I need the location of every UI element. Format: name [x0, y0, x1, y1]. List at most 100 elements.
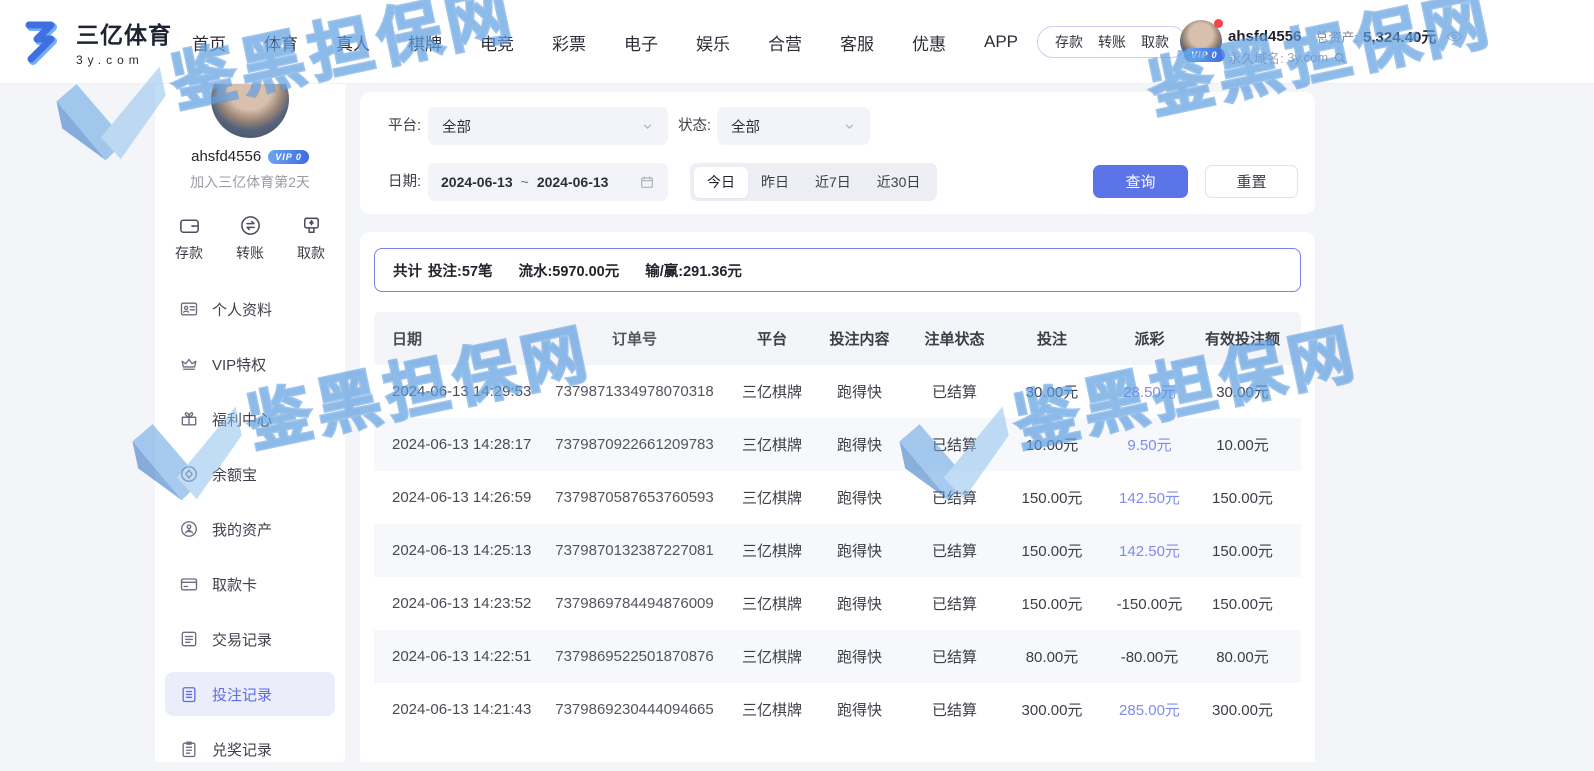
wallet-action[interactable]: 转账 [1098, 32, 1126, 52]
quick-action-label: 存款 [175, 243, 203, 263]
logo-domain: 3y.com [76, 53, 172, 67]
column-header: 注单状态 [902, 328, 1007, 349]
sidebar: ahsfd4556 VIP 0 加入三亿体育第2天 存款 转账 取款 个人资料 VIP… [155, 84, 345, 762]
table-header: 日期订单号平台投注内容注单状态投注派彩有效投注额 [374, 312, 1301, 365]
nav-item[interactable]: 娱乐 [696, 30, 730, 55]
nav-item[interactable]: 体育 [264, 30, 298, 55]
status-label: 状态: [678, 107, 711, 145]
cell-payout: 9.50元 [1097, 434, 1202, 455]
username: ahsfd4556 [191, 148, 261, 165]
cell-bet: 300.00元 [1007, 699, 1097, 720]
cell-payout: 142.50元 [1097, 487, 1202, 508]
nav-item[interactable]: 棋牌 [408, 30, 442, 55]
date-to: 2024-06-13 [537, 174, 609, 190]
sidebar-item-label: 投注记录 [212, 684, 272, 705]
column-header: 投注 [1007, 328, 1097, 349]
cell-content: 跑得快 [817, 699, 902, 720]
search-icon[interactable] [1333, 51, 1347, 65]
sidebar-item-label: 兑奖记录 [212, 739, 272, 760]
cell-valid: 150.00元 [1202, 540, 1283, 561]
sidebar-item-label: VIP特权 [212, 354, 266, 375]
platform-select[interactable]: 全部 [428, 107, 668, 145]
sidebar-item[interactable]: 兑奖记录 [165, 727, 335, 771]
cell-date: 2024-06-13 14:26:59 [392, 489, 542, 506]
nav-item[interactable]: 真人 [336, 30, 370, 55]
site-logo[interactable]: 三亿体育 3y.com [18, 16, 172, 67]
chevron-down-icon [843, 120, 856, 133]
quick-action[interactable]: 存款 [175, 214, 203, 263]
table-row[interactable]: 2024-06-13 14:23:52 7379869784494876009 … [374, 577, 1301, 630]
username[interactable]: ahsfd4556 [1228, 28, 1301, 45]
nav-item[interactable]: 彩票 [552, 30, 586, 55]
domain-value: 3y.com [1287, 50, 1328, 65]
table-row[interactable]: 2024-06-13 14:28:17 7379870922661209783 … [374, 418, 1301, 471]
cell-valid: 300.00元 [1202, 699, 1283, 720]
quick-action-label: 转账 [236, 243, 264, 263]
quick-action-label: 取款 [297, 243, 325, 263]
sidebar-item-label: 取款卡 [212, 574, 257, 595]
quick-action[interactable]: 取款 [297, 214, 325, 263]
search-button[interactable]: 查询 [1093, 165, 1188, 198]
transfer-icon [239, 214, 262, 237]
nav-item[interactable]: 电竞 [480, 30, 514, 55]
assets-icon [179, 519, 199, 539]
table-row[interactable]: 2024-06-13 14:21:43 7379869230444094665 … [374, 683, 1301, 736]
date-range-picker[interactable]: 2024-06-13 ~ 2024-06-13 [428, 163, 668, 201]
status-select[interactable]: 全部 [717, 107, 870, 145]
sidebar-item[interactable]: 投注记录 [165, 672, 335, 716]
nav-item[interactable]: 电子 [624, 30, 658, 55]
nav-item[interactable]: 客服 [840, 30, 874, 55]
sidebar-item[interactable]: 余额宝 [165, 452, 335, 496]
range-button[interactable]: 昨日 [748, 167, 802, 198]
sidebar-item[interactable]: VIP特权 [165, 342, 335, 386]
sidebar-item[interactable]: 交易记录 [165, 617, 335, 661]
range-button[interactable]: 近7日 [802, 167, 864, 198]
join-days-text: 加入三亿体育第2天 [155, 172, 345, 192]
vip-badge: VIP 0 [268, 150, 309, 164]
wallet-action[interactable]: 存款 [1055, 32, 1083, 52]
cell-bet: 150.00元 [1007, 540, 1097, 561]
cell-content: 跑得快 [817, 487, 902, 508]
sidebar-item-label: 个人资料 [212, 299, 272, 320]
domain-label: 永久域名: [1228, 48, 1284, 67]
cell-bet: 150.00元 [1007, 487, 1097, 508]
nav-item[interactable]: 合营 [768, 30, 802, 55]
sidebar-item-label: 余额宝 [212, 464, 257, 485]
table-row[interactable]: 2024-06-13 14:26:59 7379870587653760593 … [374, 471, 1301, 524]
quick-range-group: 今日昨日近7日近30日 [690, 163, 937, 201]
cell-order: 7379869522501870876 [542, 648, 727, 665]
table-row[interactable]: 2024-06-13 14:29:53 7379871334978070318 … [374, 365, 1301, 418]
cell-valid: 150.00元 [1202, 487, 1283, 508]
cell-valid: 30.00元 [1202, 381, 1283, 402]
eye-icon[interactable] [1446, 28, 1463, 45]
vip-badge: VIP 0 [1184, 48, 1225, 62]
main-nav: 首页 体育 真人 棋牌 电竞 彩票 电子 娱乐 合营 客服 优惠 APP [192, 0, 1018, 84]
yuebao-icon [179, 464, 199, 484]
sidebar-item[interactable]: 福利中心 [165, 397, 335, 441]
wallet-actions-pill: 存款转账取款 [1037, 26, 1187, 58]
cell-status: 已结算 [902, 487, 1007, 508]
date-separator: ~ [521, 174, 529, 190]
withdraw-icon [300, 214, 323, 237]
transactions-icon [179, 629, 199, 649]
cell-status: 已结算 [902, 434, 1007, 455]
cell-date: 2024-06-13 14:25:13 [392, 542, 542, 559]
sidebar-item[interactable]: 取款卡 [165, 562, 335, 606]
sidebar-user-row: ahsfd4556 VIP 0 [155, 148, 345, 165]
sidebar-item[interactable]: 我的资产 [165, 507, 335, 551]
range-button[interactable]: 近30日 [864, 167, 934, 198]
table-row[interactable]: 2024-06-13 14:25:13 7379870132387227081 … [374, 524, 1301, 577]
nav-item[interactable]: 首页 [192, 30, 226, 55]
cell-payout: -150.00元 [1097, 593, 1202, 614]
sidebar-item[interactable]: 个人资料 [165, 287, 335, 331]
cell-bet: 10.00元 [1007, 434, 1097, 455]
table-row[interactable]: 2024-06-13 14:22:51 7379869522501870876 … [374, 630, 1301, 683]
cell-valid: 150.00元 [1202, 593, 1283, 614]
quick-action[interactable]: 转账 [236, 214, 264, 263]
range-button[interactable]: 今日 [694, 167, 748, 198]
wallet-action[interactable]: 取款 [1141, 32, 1169, 52]
user-info-line: ahsfd4556 总资产: 5,324.40元 [1228, 26, 1463, 47]
nav-item[interactable]: 优惠 [912, 30, 946, 55]
nav-item[interactable]: APP [984, 32, 1018, 52]
reset-button[interactable]: 重置 [1205, 165, 1298, 198]
